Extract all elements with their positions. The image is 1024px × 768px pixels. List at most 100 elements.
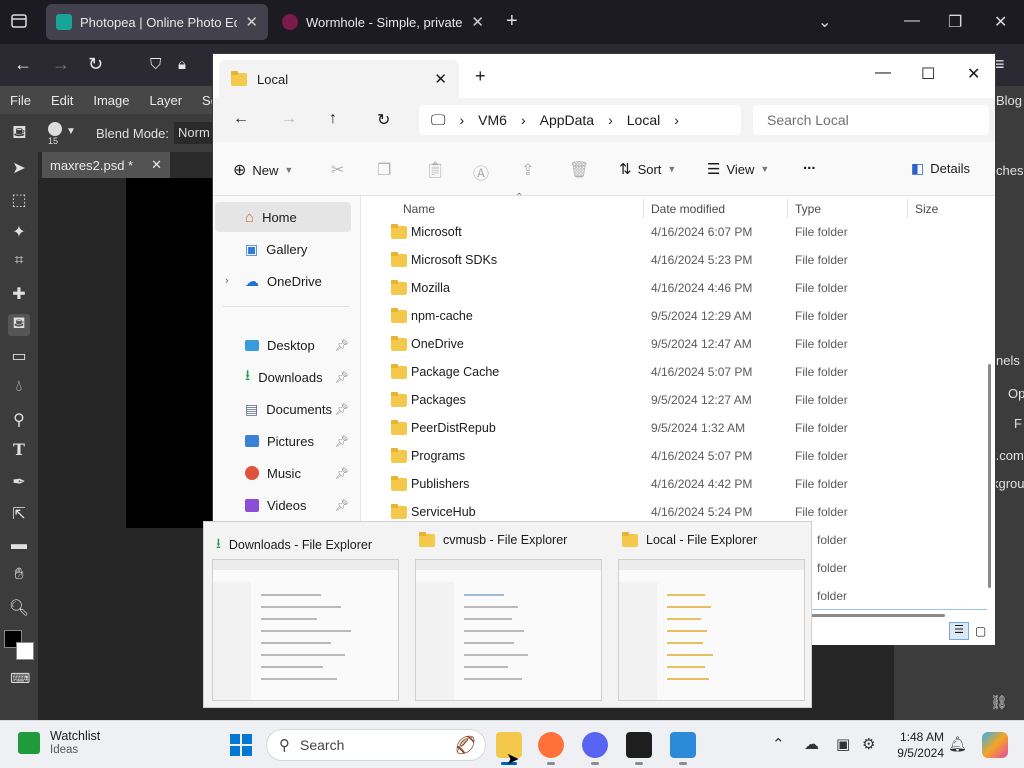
pen-tool-icon[interactable]: ✒ xyxy=(8,472,30,494)
view-button[interactable]: ☰ View ▼ xyxy=(707,160,769,178)
maximize-icon[interactable]: ☐ xyxy=(921,64,935,84)
hand-tool-icon[interactable]: ✋︎ xyxy=(8,566,30,588)
start-icon[interactable] xyxy=(228,732,254,758)
more-options-button[interactable]: ... xyxy=(803,156,816,173)
column-header-name[interactable]: Name xyxy=(403,202,435,216)
crop-tool-icon[interactable]: ⌗ xyxy=(8,252,30,274)
share-icon[interactable]: ⇪ xyxy=(521,160,534,180)
vertical-scrollbar[interactable] xyxy=(987,196,993,645)
copy-icon[interactable]: ❐ xyxy=(377,160,391,180)
column-separator[interactable] xyxy=(643,198,644,218)
tiles-view-icon[interactable]: ▢ xyxy=(975,624,986,638)
sidebar-item-desktop[interactable]: Desktop 📌︎ xyxy=(215,330,351,360)
chevron-up-icon[interactable]: ⌃ xyxy=(772,735,785,753)
bell-icon[interactable]: 🔔︎ xyxy=(948,735,967,753)
menu-image[interactable]: Image xyxy=(83,93,139,108)
copilot-icon[interactable] xyxy=(982,732,1008,758)
forward-icon[interactable]: → xyxy=(281,110,297,128)
thumbnail-local[interactable]: Local - File Explorer xyxy=(610,522,813,709)
table-row[interactable]: Mozilla 4/16/2024 4:46 PM File folder xyxy=(373,274,987,302)
table-row[interactable]: Microsoft 4/16/2024 6:07 PM File folder xyxy=(373,218,987,246)
new-tab-icon[interactable]: + xyxy=(506,10,518,33)
document-tab[interactable]: maxres2.psd * ✕ xyxy=(42,152,170,178)
blog-link[interactable]: Blog xyxy=(996,93,1022,108)
pin-icon[interactable]: 📌︎ xyxy=(335,339,349,352)
sidebar-item-music[interactable]: Music 📌︎ xyxy=(215,458,351,488)
table-row[interactable]: Package Cache 4/16/2024 5:07 PM File fol… xyxy=(373,358,987,386)
close-icon[interactable]: ✕ xyxy=(471,13,484,31)
scrollbar-thumb[interactable] xyxy=(988,364,991,588)
stamp-tool-icon[interactable]: ⛾ xyxy=(12,122,27,146)
display-icon[interactable]: ▣ xyxy=(836,735,850,753)
table-row[interactable]: Programs 4/16/2024 5:07 PM File folder xyxy=(373,442,987,470)
notepad-icon[interactable] xyxy=(670,732,696,758)
zoom-tool-icon[interactable]: 🔍︎ xyxy=(8,598,30,620)
healing-brush-icon[interactable]: ✚ xyxy=(8,284,30,306)
sidebar-item-downloads[interactable]: ⭳ Downloads 📌︎ xyxy=(215,362,351,392)
cut-icon[interactable]: ✂ xyxy=(331,160,344,180)
sidebar-item-home[interactable]: ⌂ Home xyxy=(215,202,351,232)
back-icon[interactable]: ← xyxy=(14,54,32,75)
background-color-swatch[interactable] xyxy=(16,642,34,660)
restore-icon[interactable]: ❐ xyxy=(948,12,962,32)
close-window-icon[interactable]: ✕ xyxy=(967,64,980,84)
pin-icon[interactable]: 📌︎ xyxy=(335,467,349,480)
reload-icon[interactable]: ↻ xyxy=(88,54,103,75)
shield-icon[interactable]: ⛉ xyxy=(150,56,161,73)
table-row[interactable]: Packages 9/5/2024 12:27 AM File folder xyxy=(373,386,987,414)
back-icon[interactable]: ← xyxy=(233,110,249,128)
close-icon[interactable]: ✕ xyxy=(245,13,258,31)
column-separator[interactable] xyxy=(907,198,908,218)
new-button[interactable]: ⊕ New ▼ xyxy=(233,160,293,180)
tab-wormhole[interactable]: Wormhole - Simple, private file ✕ xyxy=(272,4,494,40)
marquee-tool-icon[interactable]: ⬚ xyxy=(8,190,30,212)
explorer-tab-local[interactable]: Local ✕ xyxy=(219,60,459,98)
brush-preset-icon[interactable] xyxy=(48,122,62,136)
terminal-icon[interactable] xyxy=(626,732,652,758)
column-header-type[interactable]: Type xyxy=(795,202,821,216)
thumbnail-downloads[interactable]: ⭳ Downloads - File Explorer xyxy=(204,522,407,709)
rename-icon[interactable]: Ⓐ xyxy=(473,160,489,184)
swatches-tab[interactable]: ches xyxy=(996,163,1023,178)
keyboard-icon[interactable]: ⌨ xyxy=(10,670,30,687)
type-tool-icon[interactable]: T xyxy=(8,440,30,462)
menu-edit[interactable]: Edit xyxy=(41,93,83,108)
column-header-date[interactable]: Date modified xyxy=(651,202,725,216)
window-preview[interactable] xyxy=(618,559,805,701)
computer-icon[interactable]: 🖵︎ xyxy=(431,112,445,129)
lock-icon[interactable]: 🔒︎ xyxy=(178,56,186,73)
tab-overflow-icon[interactable]: ⌄ xyxy=(818,12,831,32)
blur-tool-icon[interactable]: 💧︎ xyxy=(8,378,30,400)
window-preview[interactable] xyxy=(415,559,602,701)
table-row[interactable]: OneDrive 9/5/2024 12:47 AM File folder xyxy=(373,330,987,358)
breadcrumb-local[interactable]: Local xyxy=(627,112,660,128)
pin-icon[interactable]: 📌︎ xyxy=(335,435,349,448)
sidebar-item-onedrive[interactable]: › ☁ OneDrive xyxy=(215,266,351,296)
dodge-tool-icon[interactable]: ⚲ xyxy=(8,410,30,432)
path-select-icon[interactable]: ⇱ xyxy=(8,504,30,526)
move-tool-icon[interactable]: ➤ xyxy=(8,158,30,180)
tab-photopea[interactable]: Photopea | Online Photo Editor ✕ xyxy=(46,4,268,40)
shape-tool-icon[interactable]: ▬ xyxy=(8,536,30,558)
clone-stamp-icon[interactable]: ⛾ xyxy=(8,314,30,336)
details-button[interactable]: ◧ Details xyxy=(911,160,970,177)
pin-icon[interactable]: 📌︎ xyxy=(335,403,349,416)
minimize-icon[interactable]: — xyxy=(875,64,891,82)
network-off-icon[interactable]: ☁ xyxy=(804,735,819,753)
tab-list-icon[interactable] xyxy=(10,12,28,30)
table-row[interactable]: Microsoft SDKs 4/16/2024 5:23 PM File fo… xyxy=(373,246,987,274)
search-input[interactable]: Search Local xyxy=(753,105,989,135)
sidebar-item-videos[interactable]: Videos 📌︎ xyxy=(215,490,351,520)
window-preview[interactable] xyxy=(212,559,399,701)
discord-icon[interactable] xyxy=(582,732,608,758)
table-row[interactable]: Publishers 4/16/2024 4:42 PM File folder xyxy=(373,470,987,498)
details-view-icon[interactable]: ☰ xyxy=(949,622,969,640)
column-separator[interactable] xyxy=(787,198,788,218)
sidebar-item-gallery[interactable]: ▣ Gallery xyxy=(215,234,351,264)
table-row[interactable]: npm-cache 9/5/2024 12:29 AM File folder xyxy=(373,302,987,330)
sidebar-item-pictures[interactable]: Pictures 📌︎ xyxy=(215,426,351,456)
table-row[interactable]: PeerDistRepub 9/5/2024 1:32 AM File fold… xyxy=(373,414,987,442)
firefox-icon[interactable] xyxy=(538,732,564,758)
image-canvas[interactable] xyxy=(126,178,216,528)
pin-icon[interactable]: 📌︎ xyxy=(335,499,349,512)
